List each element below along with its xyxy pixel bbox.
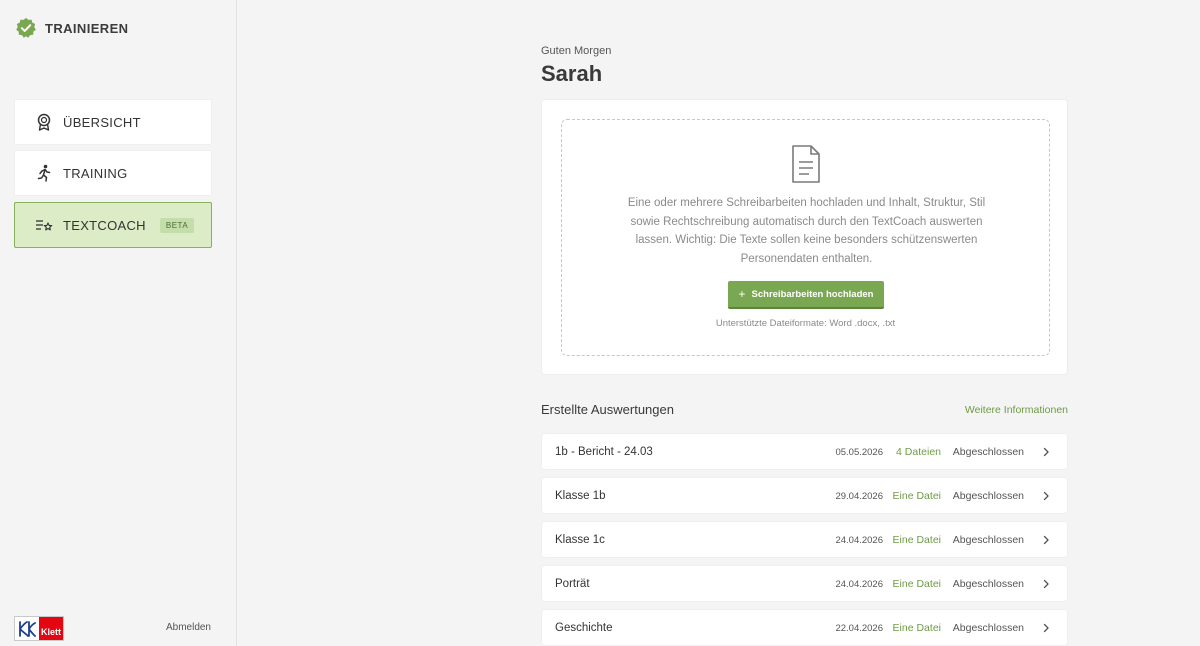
evaluation-date: 24.04.2026 [835, 579, 883, 590]
sidebar-item-label: ÜBERSICHT [63, 114, 141, 130]
chevron-right-icon [1043, 535, 1049, 545]
chevron-right-icon [1043, 491, 1049, 501]
sidebar-item-uebersicht[interactable]: ÜBERSICHT [14, 99, 212, 145]
evaluation-files-link[interactable]: 4 Dateien [896, 434, 941, 471]
sidebar-item-label: TRAINING [63, 165, 128, 181]
document-icon [792, 145, 820, 183]
brand-title: TRAINIEREN [45, 20, 129, 36]
evaluation-name: Porträt [555, 578, 590, 590]
upload-button[interactable]: + Schreibarbeiten hochladen [728, 281, 884, 309]
evaluation-date: 24.04.2026 [835, 535, 883, 546]
upload-dropzone[interactable]: Eine oder mehrere Schreibarbeiten hochla… [561, 119, 1050, 356]
evaluation-files-link[interactable]: Eine Datei [893, 566, 941, 603]
brand[interactable]: TRAINIEREN [15, 16, 128, 40]
chevron-right-icon [1043, 447, 1049, 457]
user-name: Sarah [541, 61, 603, 86]
logout-link[interactable]: Abmelden [166, 622, 211, 633]
evaluation-files-link[interactable]: Eine Datei [893, 610, 941, 646]
evaluation-status: Abgeschlossen [952, 534, 1024, 546]
table-row[interactable]: Klasse 1b 29.04.2026 Eine Datei Abgeschl… [541, 477, 1068, 514]
evaluation-files-link[interactable]: Eine Datei [893, 478, 941, 515]
plus-icon: + [738, 287, 746, 301]
evaluation-name: Klasse 1c [555, 534, 605, 546]
evaluation-name: Klasse 1b [555, 490, 606, 502]
klett-emblem-icon [15, 617, 39, 640]
table-row[interactable]: Porträt 24.04.2026 Eine Datei Abgeschlos… [541, 565, 1068, 602]
chevron-right-icon [1043, 623, 1049, 633]
section-title: Erstellte Auswertungen [541, 402, 674, 417]
table-row[interactable]: 1b - Bericht - 24.03 05.05.2026 4 Dateie… [541, 433, 1068, 470]
evaluation-status: Abgeschlossen [952, 490, 1024, 502]
chevron-right-icon [1043, 579, 1049, 589]
evaluation-date: 05.05.2026 [835, 447, 883, 458]
sidebar-item-training[interactable]: TRAINING [14, 150, 212, 196]
evaluation-files-link[interactable]: Eine Datei [893, 522, 941, 559]
table-row[interactable]: Geschichte 22.04.2026 Eine Datei Abgesch… [541, 609, 1068, 646]
evaluation-date: 22.04.2026 [835, 623, 883, 634]
klett-logo-text: Klett [39, 617, 63, 640]
more-info-link[interactable]: Weitere Informationen [965, 404, 1068, 416]
supported-formats: Unterstützte Dateiformate: Word .docx, .… [715, 318, 896, 329]
evaluation-name: Geschichte [555, 622, 613, 634]
upload-card: Eine oder mehrere Schreibarbeiten hochla… [541, 99, 1068, 375]
greeting-text: Guten Morgen [541, 45, 612, 57]
check-badge-icon [16, 17, 36, 38]
evaluations-list: 1b - Bericht - 24.03 05.05.2026 4 Dateie… [541, 433, 1068, 646]
running-person-icon [35, 164, 53, 182]
evaluation-name: 1b - Bericht - 24.03 [555, 446, 653, 458]
list-star-icon [35, 216, 53, 234]
evaluation-status: Abgeschlossen [952, 578, 1024, 590]
upload-description: Eine oder mehrere Schreibarbeiten hochla… [627, 197, 986, 265]
evaluation-date: 29.04.2026 [835, 491, 883, 502]
klett-logo: Klett [14, 616, 64, 641]
sidebar-item-label: TEXTCOACH [63, 217, 146, 233]
evaluation-status: Abgeschlossen [952, 622, 1024, 634]
sidebar: TRAINIEREN ÜBERSICHT TRAINING TEXTCOACH … [0, 0, 237, 646]
beta-badge: BETA [159, 217, 195, 233]
sidebar-item-textcoach[interactable]: TEXTCOACH BETA [14, 202, 212, 248]
app-root: TRAINIEREN ÜBERSICHT TRAINING TEXTCOACH … [0, 0, 1200, 646]
evaluation-status: Abgeschlossen [952, 446, 1024, 458]
medal-icon [35, 113, 53, 131]
upload-button-label: Schreibarbeiten hochladen [751, 288, 874, 300]
table-row[interactable]: Klasse 1c 24.04.2026 Eine Datei Abgeschl… [541, 521, 1068, 558]
